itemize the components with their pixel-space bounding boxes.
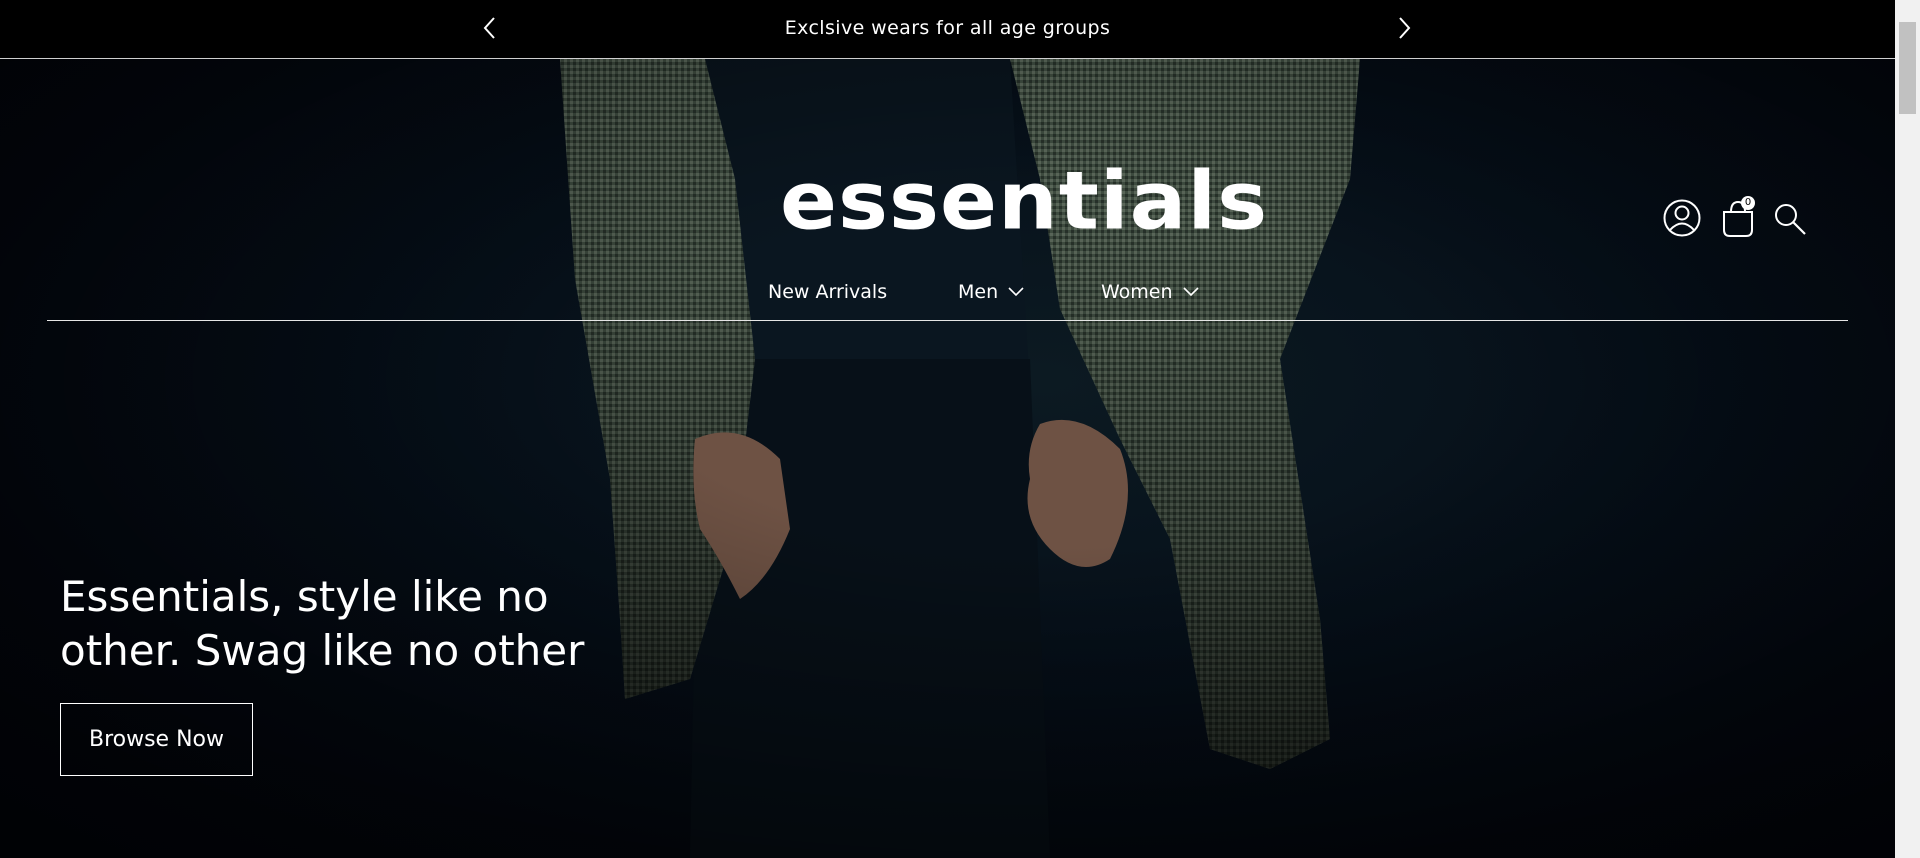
announcement-next-button[interactable] xyxy=(1392,14,1416,42)
chevron-down-icon xyxy=(1182,287,1199,297)
nav-item-new-arrivals[interactable]: New Arrivals xyxy=(768,281,887,303)
search-icon xyxy=(1775,204,1806,235)
announcement-bar: Exclsive wears for all age groups xyxy=(0,0,1895,59)
nav-item-label: Men xyxy=(958,281,999,303)
nav-item-label: Women xyxy=(1101,281,1173,303)
announcement-text: Exclsive wears for all age groups xyxy=(784,17,1111,39)
hero-title: Essentials, style like no other. Swag li… xyxy=(60,572,585,675)
chevron-right-icon xyxy=(1399,17,1411,39)
page-scrollbar[interactable] xyxy=(1895,0,1920,858)
nav-item-women[interactable]: Women xyxy=(1101,281,1199,303)
account-icon xyxy=(1663,199,1701,237)
main-nav: New Arrivals Men Women xyxy=(0,281,1895,311)
page: Exclsive wears for all age groups essent… xyxy=(0,0,1895,858)
cart-button[interactable]: 0 xyxy=(1718,196,1758,238)
hero-banner: essentials New Arrivals Men Women 0 Esse… xyxy=(0,59,1895,858)
scrollbar-thumb[interactable] xyxy=(1899,22,1916,114)
search-button[interactable] xyxy=(1773,202,1807,236)
nav-item-men[interactable]: Men xyxy=(958,281,1024,303)
cart-count-badge: 0 xyxy=(1741,196,1755,210)
browse-now-button[interactable]: Browse Now xyxy=(60,703,253,776)
site-logo[interactable]: essentials xyxy=(780,161,1267,241)
nav-item-label: New Arrivals xyxy=(768,281,888,303)
account-button[interactable] xyxy=(1663,199,1701,237)
header-divider xyxy=(47,320,1848,321)
chevron-down-icon xyxy=(1008,287,1024,297)
